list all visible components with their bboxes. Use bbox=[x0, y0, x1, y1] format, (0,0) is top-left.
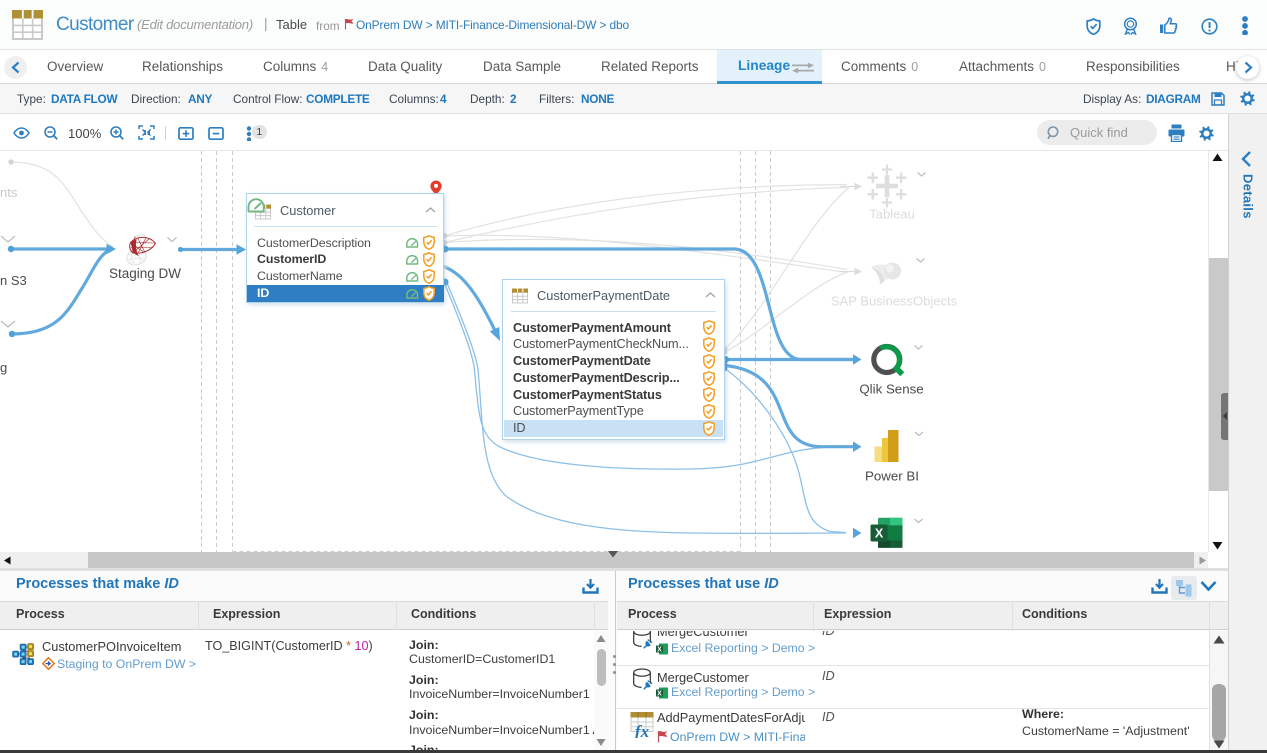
svg-text:Qlik Sense: Qlik Sense bbox=[859, 382, 923, 397]
svg-text:SAP BusinessObjects: SAP BusinessObjects bbox=[831, 294, 958, 309]
svg-text:Staging DW: Staging DW bbox=[109, 266, 181, 281]
svg-text:X: X bbox=[657, 691, 662, 698]
svg-text:fx: fx bbox=[635, 722, 650, 738]
svg-text:nts: nts bbox=[0, 185, 18, 200]
svg-text:X: X bbox=[875, 527, 884, 541]
svg-text:X: X bbox=[657, 647, 662, 654]
svg-text:Tableau: Tableau bbox=[869, 207, 915, 222]
svg-text:g: g bbox=[0, 360, 7, 375]
svg-text:n S3: n S3 bbox=[0, 273, 27, 288]
svg-text:Power BI: Power BI bbox=[865, 469, 919, 484]
